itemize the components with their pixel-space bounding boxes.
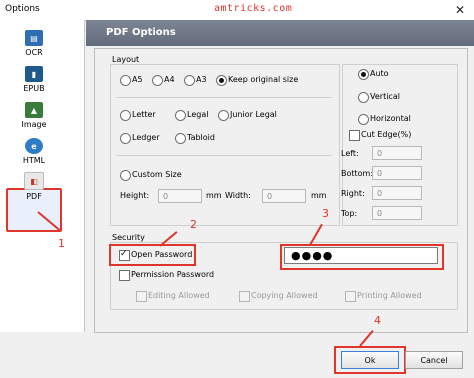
security-group-title: Security bbox=[112, 233, 145, 242]
radio-label-tabloid: Tabloid bbox=[187, 133, 215, 142]
epub-icon: ▮ bbox=[25, 66, 43, 82]
annotation-number-3: 3 bbox=[322, 207, 329, 220]
radio-orientation-horizontal[interactable] bbox=[358, 114, 369, 125]
title-bar: Options amtricks.com ✕ bbox=[0, 0, 474, 21]
left-input[interactable]: 0 bbox=[372, 146, 422, 160]
open-password-checkbox[interactable] bbox=[119, 249, 130, 261]
radio-label-auto: Auto bbox=[370, 69, 389, 78]
sidebar-item-label: EPUB bbox=[23, 84, 45, 93]
radio-custom-size[interactable] bbox=[120, 170, 131, 181]
annotation-number-2: 2 bbox=[190, 218, 197, 231]
printing-allowed-checkbox[interactable] bbox=[345, 291, 356, 302]
bottom-input[interactable]: 0 bbox=[372, 166, 422, 180]
orientation-groupbox bbox=[342, 64, 458, 226]
radio-label-vertical: Vertical bbox=[370, 92, 400, 101]
sidebar-item-pdf[interactable]: ◧ PDF bbox=[14, 172, 54, 201]
radio-orientation-auto[interactable] bbox=[358, 69, 369, 80]
cut-edge-checkbox[interactable] bbox=[349, 130, 360, 141]
printing-allowed-label: Printing Allowed bbox=[357, 291, 422, 300]
image-icon: ▲ bbox=[25, 102, 43, 118]
sidebar-item-label: OCR bbox=[25, 48, 43, 57]
sidebar-item-ocr[interactable]: ▤ OCR bbox=[14, 30, 54, 57]
width-unit: mm bbox=[311, 191, 327, 200]
divider bbox=[116, 97, 332, 98]
layout-group-title: Layout bbox=[112, 55, 140, 64]
height-input[interactable]: 0 bbox=[158, 189, 202, 203]
radio-label-a4: A4 bbox=[164, 75, 175, 84]
copying-allowed-label: Copying Allowed bbox=[251, 291, 318, 300]
radio-label-a5: A5 bbox=[132, 75, 143, 84]
bottom-label: Bottom: bbox=[341, 169, 374, 178]
cut-edge-label: Cut Edge(%) bbox=[361, 130, 412, 139]
left-label: Left: bbox=[341, 149, 359, 158]
top-input[interactable]: 0 bbox=[372, 206, 422, 220]
editing-allowed-label: Editing Allowed bbox=[148, 291, 210, 300]
radio-label-legal: Legal bbox=[187, 110, 209, 119]
radio-a3[interactable] bbox=[184, 75, 195, 86]
editing-allowed-checkbox[interactable] bbox=[136, 291, 147, 302]
radio-ledger[interactable] bbox=[120, 133, 131, 144]
html-icon: e bbox=[25, 138, 43, 154]
radio-legal[interactable] bbox=[175, 110, 186, 121]
height-label: Height: bbox=[120, 191, 150, 200]
sidebar-item-label: Image bbox=[21, 120, 47, 129]
radio-a5[interactable] bbox=[120, 75, 131, 86]
close-icon[interactable]: ✕ bbox=[446, 0, 474, 20]
radio-a4[interactable] bbox=[152, 75, 163, 86]
cancel-button[interactable]: Cancel bbox=[405, 351, 463, 369]
radio-label-junior-legal: Junior Legal bbox=[230, 110, 277, 119]
sidebar: ▤ OCR ▮ EPUB ▲ Image e HTML ◧ PDF bbox=[0, 20, 85, 332]
radio-keep-original-size[interactable] bbox=[216, 75, 227, 86]
width-label: Width: bbox=[225, 191, 251, 200]
radio-label-a3: A3 bbox=[196, 75, 207, 84]
right-input[interactable]: 0 bbox=[372, 186, 422, 200]
divider bbox=[116, 155, 332, 156]
ok-button[interactable]: Ok bbox=[341, 351, 399, 369]
annotation-number-1: 1 bbox=[58, 237, 65, 250]
ocr-icon: ▤ bbox=[25, 30, 43, 46]
sidebar-item-html[interactable]: e HTML bbox=[14, 138, 54, 165]
radio-label-keep-original: Keep original size bbox=[228, 75, 299, 84]
annotation-number-4: 4 bbox=[374, 314, 381, 327]
permission-password-checkbox[interactable] bbox=[119, 270, 130, 281]
radio-orientation-vertical[interactable] bbox=[358, 92, 369, 103]
radio-label-ledger: Ledger bbox=[132, 133, 160, 142]
top-label: Top: bbox=[341, 209, 358, 218]
radio-junior-legal[interactable] bbox=[218, 110, 229, 121]
sidebar-item-image[interactable]: ▲ Image bbox=[14, 102, 54, 129]
page-title: PDF Options bbox=[106, 27, 176, 38]
radio-label-letter: Letter bbox=[132, 110, 156, 119]
open-password-label: Open Password bbox=[131, 250, 193, 259]
right-label: Right: bbox=[341, 189, 365, 198]
window-title: Options bbox=[5, 4, 40, 14]
section-header: PDF Options bbox=[86, 20, 474, 46]
sidebar-item-label: PDF bbox=[26, 192, 42, 201]
width-input[interactable]: 0 bbox=[262, 189, 306, 203]
sidebar-item-epub[interactable]: ▮ EPUB bbox=[14, 66, 54, 93]
radio-letter[interactable] bbox=[120, 110, 131, 121]
permission-password-label: Permission Password bbox=[131, 270, 215, 279]
height-unit: mm bbox=[206, 191, 222, 200]
radio-label-horizontal: Horizontal bbox=[370, 114, 411, 123]
copying-allowed-checkbox[interactable] bbox=[239, 291, 250, 302]
watermark: amtricks.com bbox=[214, 3, 293, 14]
sidebar-item-label: HTML bbox=[22, 156, 46, 165]
radio-tabloid[interactable] bbox=[175, 133, 186, 144]
password-input[interactable]: ●●●● bbox=[284, 247, 438, 264]
pdf-icon: ◧ bbox=[24, 172, 44, 190]
radio-label-custom-size: Custom Size bbox=[132, 170, 182, 179]
